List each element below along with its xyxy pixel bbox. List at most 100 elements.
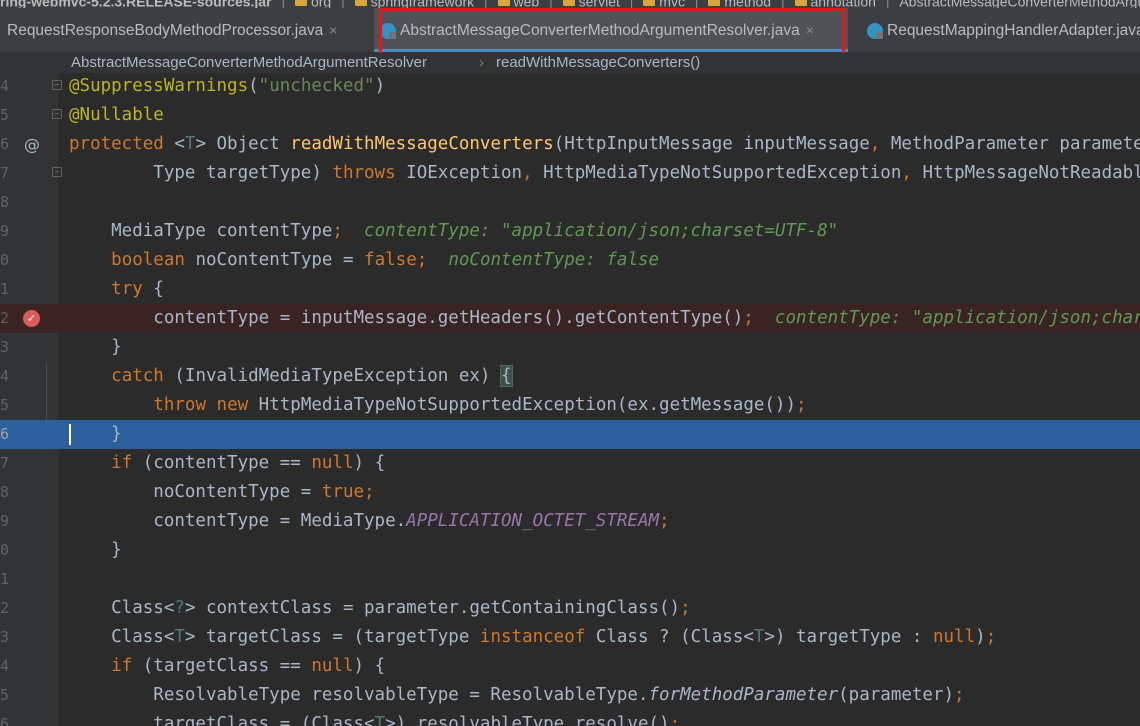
folder-icon	[354, 0, 367, 6]
nav-package-org[interactable]: org	[294, 0, 332, 8]
code-line[interactable]: 7 if (contentType == null) {	[0, 449, 1140, 478]
nav-package-method[interactable]: method	[708, 0, 771, 8]
code-text: ResolvableType resolvableType = Resolvab…	[69, 685, 965, 705]
java-class-icon	[867, 22, 883, 39]
folder-icon	[794, 0, 807, 6]
code-text: contentType = inputMessage.getHeaders().…	[69, 308, 1140, 328]
fold-icon[interactable]	[52, 167, 62, 177]
nav-label: method	[724, 0, 772, 8]
nav-package-annotation[interactable]: annotation	[794, 0, 876, 8]
line-number: 2	[0, 309, 9, 327]
breadcrumb: AbstractMessageConverterMethodArgumentRe…	[0, 53, 1140, 73]
nav-class[interactable]: AbstractMessageConverterMethodArgumentRe…	[899, 0, 1140, 8]
tab-abstract-message-converter-method-argument-resolver[interactable]: AbstractMessageConverterMethodArgumentRe…	[374, 8, 848, 52]
code-line[interactable]: 5 throw new HttpMediaTypeNotSupportedExc…	[0, 391, 1140, 420]
folder-icon	[562, 0, 575, 6]
nav-label: annotation	[810, 0, 876, 8]
nav-separator: |	[549, 0, 553, 8]
code-line[interactable]: 1 try {	[0, 275, 1140, 304]
code-line[interactable]: 0 }	[0, 536, 1140, 565]
code-text: }	[69, 424, 122, 444]
fold-icon[interactable]	[52, 80, 62, 90]
folder-icon	[294, 0, 307, 6]
line-number: 3	[0, 628, 9, 646]
code-line[interactable]: 8	[0, 188, 1140, 217]
nav-package-mvc[interactable]: mvc	[643, 0, 685, 8]
breakpoint-icon[interactable]: ✓	[23, 310, 40, 327]
code-line[interactable]: 7 Type targetType) throws IOException, H…	[0, 159, 1140, 188]
code-line[interactable]: 1	[0, 565, 1140, 594]
line-number: 9	[0, 512, 9, 530]
code-line[interactable]: 9 contentType = MediaType.APPLICATION_OC…	[0, 507, 1140, 536]
tab-label: RequestResponseBodyMethodProcessor.java	[7, 22, 324, 39]
nav-separator: |	[341, 0, 345, 8]
code-line[interactable]: 5 ResolvableType resolvableType = Resolv…	[0, 681, 1140, 710]
code-line[interactable]: 4 @SuppressWarnings("unchecked")	[0, 73, 1140, 101]
nav-label: web	[513, 0, 540, 8]
close-icon[interactable]: ×	[806, 22, 814, 38]
code-line[interactable]: 6 }	[0, 420, 1140, 449]
line-number: 9	[0, 222, 9, 240]
code-line[interactable]: 8 noContentType = true;	[0, 478, 1140, 507]
code-line[interactable]: 5 @Nullable	[0, 101, 1140, 130]
code-text: Class<?> contextClass = parameter.getCon…	[69, 598, 691, 618]
breadcrumb-class[interactable]: AbstractMessageConverterMethodArgumentRe…	[71, 53, 427, 73]
fold-icon[interactable]	[52, 109, 62, 119]
navigation-bar: ring-webmvc-5.2.3.RELEASE-sources.jar | …	[0, 0, 1140, 8]
editor-tab-bar: RequestResponseBodyMethodProcessor.java ×…	[0, 8, 1140, 53]
nav-package-springframework[interactable]: springframework	[354, 0, 474, 8]
code-text: try {	[111, 279, 164, 299]
code-line[interactable]: 3 }	[0, 333, 1140, 362]
nav-separator: |	[629, 0, 634, 8]
nav-jar[interactable]: ring-webmvc-5.2.3.RELEASE-sources.jar	[0, 0, 272, 8]
code-editor[interactable]: 4 @SuppressWarnings("unchecked") 5 @Nullabl…	[0, 73, 1140, 726]
nav-separator: |	[780, 0, 785, 8]
line-number: 4	[0, 77, 9, 95]
code-line[interactable]: 9 MediaType contentType; contentType: "a…	[0, 217, 1140, 246]
tab-label: RequestMappingHandlerAdapter.java	[887, 22, 1140, 39]
override-icon[interactable]: @	[24, 130, 40, 159]
nav-label: AbstractMessageConverterMethodArgumentRe…	[899, 0, 1140, 8]
code-text: throw new HttpMediaTypeNotSupportedExcep…	[153, 395, 807, 415]
tab-label: AbstractMessageConverterMethodArgumentRe…	[400, 22, 800, 39]
code-line[interactable]: 3 Class<T> targetClass = (targetType ins…	[0, 623, 1140, 652]
code-text: }	[69, 540, 122, 560]
code-text: @Nullable	[69, 105, 164, 125]
nav-jar-label: ring-webmvc-5.2.3.RELEASE-sources.jar	[0, 0, 272, 8]
nav-separator: |	[885, 0, 890, 8]
code-text: if (contentType == null) {	[111, 453, 386, 473]
line-number: 3	[0, 338, 9, 356]
line-number: 5	[0, 106, 9, 124]
nav-separator: |	[694, 0, 699, 8]
nav-package-web[interactable]: web	[497, 0, 540, 8]
code-text: Class<T> targetClass = (targetType insta…	[69, 627, 997, 647]
tab-request-response-body-method-processor[interactable]: RequestResponseBodyMethodProcessor.java ×	[0, 8, 362, 52]
code-line[interactable]: 4 if (targetClass == null) {	[0, 652, 1140, 681]
line-number: 7	[0, 164, 9, 182]
line-number: 5	[0, 686, 9, 704]
code-line[interactable]: 4 catch (InvalidMediaTypeException ex) {	[0, 362, 1140, 391]
line-number: 6	[0, 425, 9, 443]
line-number: 4	[0, 367, 9, 385]
code-line[interactable]: 0 boolean noContentType = false; noConte…	[0, 246, 1140, 275]
close-icon[interactable]: ×	[329, 22, 337, 38]
code-line[interactable]: 2 Class<?> contextClass = parameter.getC…	[0, 594, 1140, 623]
line-number: 1	[0, 570, 9, 588]
code-text: @SuppressWarnings("unchecked")	[69, 76, 386, 96]
code-line[interactable]: 6 @ protected <T> Object readWithMessageCo…	[0, 130, 1140, 159]
line-number: 8	[0, 193, 9, 211]
code-line[interactable]: 6 targetClass = (Class<T>) resolvableTyp…	[0, 710, 1140, 726]
folder-icon	[643, 0, 656, 6]
java-class-icon	[380, 22, 396, 39]
folder-icon	[497, 0, 510, 6]
line-number: 0	[0, 541, 9, 559]
nav-package-servlet[interactable]: servlet	[562, 0, 620, 8]
line-number: 6	[0, 135, 9, 153]
code-text: catch (InvalidMediaTypeException ex) {	[111, 365, 513, 387]
code-line[interactable]: 2 ✓ contentType = inputMessage.getHeaders…	[0, 304, 1140, 333]
line-number: 4	[0, 657, 9, 675]
breadcrumb-method[interactable]: readWithMessageConverters()	[496, 53, 700, 73]
code-text: if (targetClass == null) {	[111, 656, 386, 676]
tab-request-mapping-handler-adapter[interactable]: RequestMappingHandlerAdapter.java×	[860, 8, 1140, 52]
nav-label: org	[310, 0, 332, 8]
